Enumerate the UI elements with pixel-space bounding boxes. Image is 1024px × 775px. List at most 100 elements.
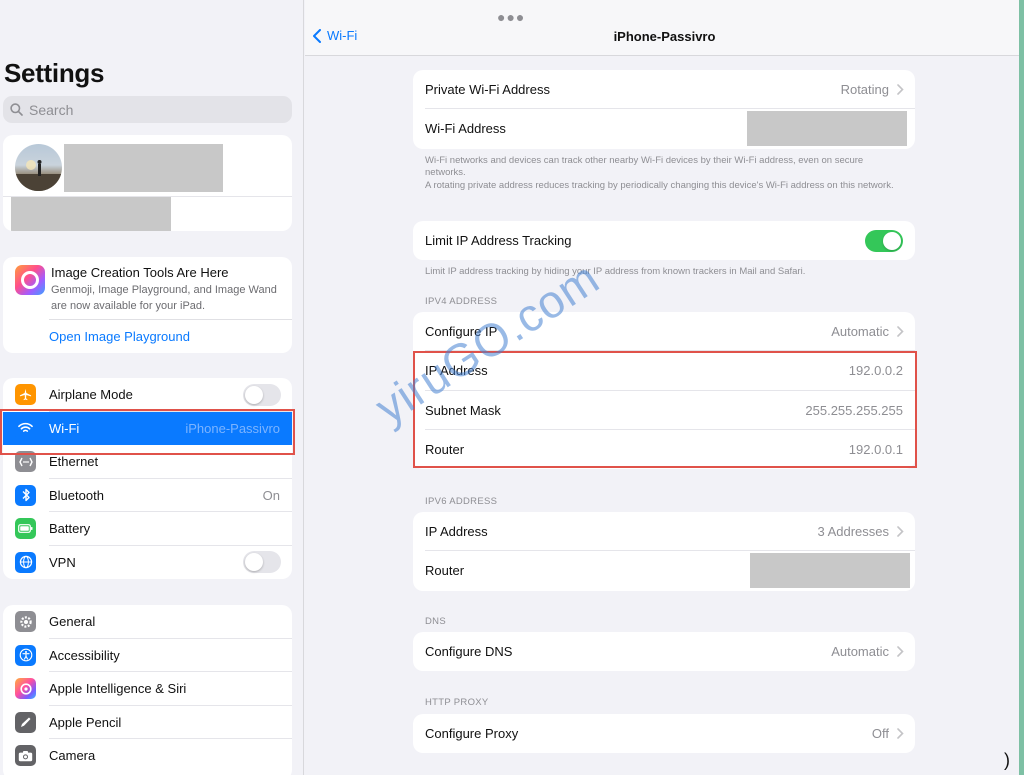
sidebar-item-apple-intelligence[interactable]: Apple Intelligence & Siri — [3, 672, 292, 706]
row-value: Automatic — [831, 324, 889, 340]
bluetooth-icon — [15, 484, 36, 506]
chevron-right-icon — [897, 526, 904, 537]
sidebar-item-label: Wi-Fi — [49, 420, 80, 436]
private-address-footnote: Wi-Fi networks and devices can track oth… — [425, 155, 894, 191]
limit-ip-tracking-toggle[interactable] — [865, 229, 903, 252]
sidebar-item-wifi[interactable]: Wi-Fi iPhone-Passivro — [3, 411, 292, 445]
sidebar-item-airplane-mode[interactable]: Airplane Mode — [3, 378, 292, 412]
subnet-mask-row: Subnet Mask 255.255.255.255 — [413, 391, 915, 430]
row-label: Configure IP — [425, 324, 498, 340]
row-value: 192.0.0.1 — [848, 442, 903, 458]
multitasking-dots-icon[interactable]: ●●● — [497, 9, 525, 25]
row-label: Limit IP Address Tracking — [425, 233, 572, 249]
search-placeholder: Search — [29, 101, 74, 118]
sidebar-item-camera[interactable]: Camera — [3, 739, 292, 773]
wifi-network-value: iPhone-Passivro — [185, 420, 280, 436]
row-value: 3 Addresses — [817, 524, 889, 540]
airplane-icon — [15, 384, 36, 406]
accessibility-icon — [15, 644, 36, 666]
sidebar-item-label: General — [49, 614, 96, 630]
row-value: Off — [871, 726, 889, 742]
chevron-right-icon — [897, 326, 904, 337]
redacted-account-detail — [11, 197, 171, 231]
chevron-right-icon — [897, 728, 904, 739]
limit-tracking-footnote: Limit IP address tracking by hiding your… — [425, 266, 806, 277]
sidebar-item-label: Bluetooth — [49, 487, 104, 503]
row-label: Configure Proxy — [425, 726, 519, 742]
open-image-playground-link[interactable]: Open Image Playground — [49, 329, 190, 344]
vpn-toggle[interactable] — [243, 551, 281, 574]
proxy-group: Configure Proxy Off — [413, 714, 915, 754]
row-label: Configure DNS — [425, 644, 513, 660]
network-title: iPhone-Passivro — [613, 29, 716, 44]
proxy-section-header: HTTP PROXY — [425, 697, 489, 708]
private-address-group: Private Wi-Fi Address Rotating Wi-Fi Add… — [413, 70, 915, 149]
row-value: Automatic — [831, 644, 889, 660]
sidebar-item-label: Battery — [49, 521, 91, 537]
chevron-right-icon — [897, 84, 904, 95]
ipv4-section-header: IPV4 ADDRESS — [425, 296, 498, 307]
ipad-screen: Settings Search Image Creation Tools Are… — [0, 0, 1024, 775]
configure-dns-row[interactable]: Configure DNS Automatic — [413, 632, 915, 671]
limit-tracking-group: Limit IP Address Tracking — [413, 221, 915, 261]
ipv4-address-row: IP Address 192.0.0.2 — [413, 351, 915, 391]
chevron-right-icon — [897, 646, 904, 657]
sidebar-item-label: Apple Pencil — [49, 714, 122, 730]
row-label: IP Address — [425, 524, 488, 540]
bluetooth-status: On — [262, 487, 280, 503]
promo-body: Genmoji, Image Playground, and Image Wan… — [51, 284, 277, 312]
airplane-mode-toggle[interactable] — [243, 383, 281, 406]
promo-title: Image Creation Tools Are Here — [51, 265, 229, 280]
private-wifi-address-row[interactable]: Private Wi-Fi Address Rotating — [413, 70, 915, 110]
sidebar-item-general[interactable]: General — [3, 605, 292, 639]
divider — [49, 319, 292, 320]
search-icon — [10, 103, 23, 116]
row-value: 255.255.255.255 — [805, 402, 903, 418]
battery-icon — [15, 518, 36, 540]
sidebar-item-label: Ethernet — [49, 454, 99, 470]
sidebar-item-label: VPN — [49, 554, 76, 570]
row-label: Private Wi-Fi Address — [425, 82, 550, 98]
avatar — [15, 144, 62, 191]
sidebar-item-battery[interactable]: Battery — [3, 512, 292, 546]
sidebar-item-label: Apple Intelligence & Siri — [49, 681, 187, 697]
wifi-address-row: Wi-Fi Address — [413, 109, 915, 148]
redacted-ipv6-router — [750, 553, 910, 589]
general-group: General Accessibility Apple Intelligence… — [3, 605, 292, 775]
ipv6-group: IP Address 3 Addresses Router — [413, 512, 915, 591]
sidebar-item-accessibility[interactable]: Accessibility — [3, 639, 292, 672]
sidebar-item-ethernet[interactable]: Ethernet — [3, 445, 292, 479]
siri-icon — [15, 678, 36, 700]
sidebar-item-bluetooth[interactable]: Bluetooth On — [3, 479, 292, 512]
navigation-bar: Wi-Fi iPhone-Passivro — [305, 0, 1024, 56]
sidebar-title: Settings — [4, 58, 105, 88]
screen-edge — [1019, 0, 1024, 775]
row-label: Subnet Mask — [425, 402, 501, 418]
ethernet-icon — [15, 451, 36, 473]
dns-group: Configure DNS Automatic — [413, 632, 915, 672]
wifi-icon — [15, 417, 36, 439]
image-tools-promo-card: Image Creation Tools Are Here Genmoji, I… — [3, 257, 292, 353]
ipv6-router-row: Router — [413, 551, 915, 590]
row-value: 192.0.0.2 — [848, 363, 903, 379]
apple-account-card[interactable] — [3, 135, 292, 231]
ipv4-group: Configure IP Automatic IP Address 192.0.… — [413, 312, 915, 470]
sidebar-item-vpn[interactable]: VPN — [3, 546, 292, 580]
sidebar-item-apple-pencil[interactable]: Apple Pencil — [3, 706, 292, 739]
pencil-icon — [15, 711, 36, 733]
configure-proxy-row[interactable]: Configure Proxy Off — [413, 714, 915, 753]
sidebar-item-label: Airplane Mode — [49, 387, 133, 403]
limit-ip-tracking-row: Limit IP Address Tracking — [413, 221, 915, 260]
camera-icon — [15, 745, 36, 767]
row-label: Router — [425, 563, 465, 579]
image-playground-icon — [15, 265, 45, 295]
router-row: Router 192.0.0.1 — [413, 430, 915, 469]
configure-ip-row[interactable]: Configure IP Automatic — [413, 312, 915, 352]
ipv6-address-row[interactable]: IP Address 3 Addresses — [413, 512, 915, 552]
globe-icon — [15, 551, 36, 573]
search-field[interactable]: Search — [3, 96, 292, 123]
gear-icon — [15, 611, 36, 633]
dns-section-header: DNS — [425, 616, 446, 627]
redacted-wifi-address — [747, 111, 907, 147]
corner-curve-icon: ) — [1004, 750, 1010, 770]
